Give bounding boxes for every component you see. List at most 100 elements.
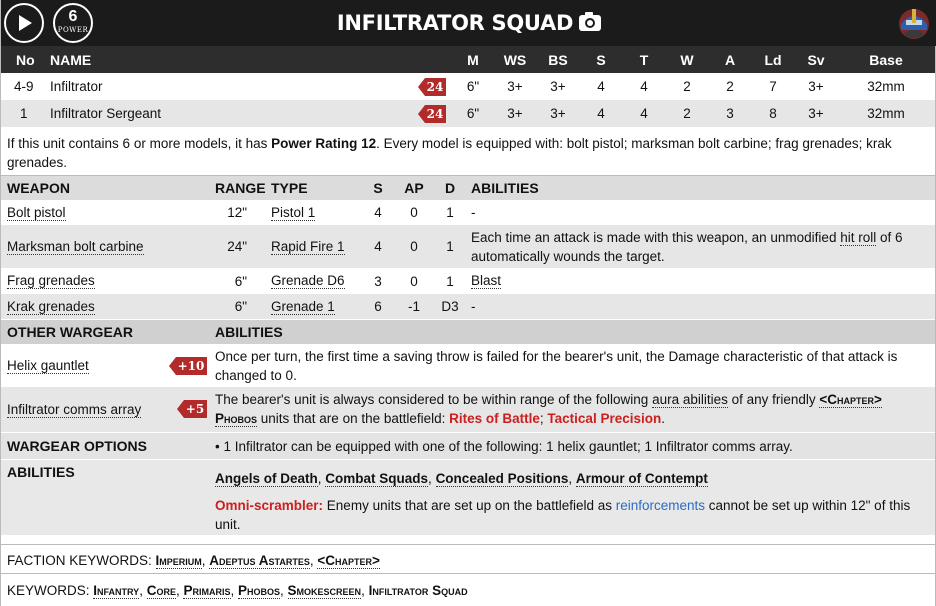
row-t: 4 bbox=[640, 106, 648, 121]
keywords: KEYWORDS: Infantry, Core, Primaris, Phob… bbox=[7, 581, 927, 600]
col-sv: Sv bbox=[807, 51, 825, 68]
weapon-type[interactable]: Grenade D6 bbox=[271, 273, 345, 289]
separator: , bbox=[568, 471, 576, 486]
helmet-icon bbox=[897, 6, 931, 40]
rites-of-battle-link[interactable]: Rites of Battle bbox=[449, 411, 540, 426]
divider bbox=[1, 573, 935, 574]
col-w: W bbox=[680, 51, 694, 68]
weapon-s: 3 bbox=[374, 273, 382, 289]
weapon-s: 4 bbox=[374, 205, 382, 220]
row-no: 4-9 bbox=[14, 79, 34, 94]
ability-text: The bearer's unit is always considered t… bbox=[215, 392, 653, 407]
faction-keywords: FACTION KEYWORDS: Imperium, Adeptus Asta… bbox=[7, 551, 927, 570]
weapon-name[interactable]: Bolt pistol bbox=[7, 205, 66, 221]
wargear-ability: Once per turn, the first time a saving t… bbox=[215, 347, 931, 385]
row-bs: 3+ bbox=[550, 106, 566, 121]
unit-title: INFILTRATOR SQUAD bbox=[336, 11, 574, 35]
col-s: S bbox=[373, 180, 383, 196]
row-w: 2 bbox=[683, 106, 691, 121]
col-m: M bbox=[467, 51, 479, 68]
profile-row: 4-9 Infiltrator 24 6" 3+ 3+ 4 4 2 2 7 3+… bbox=[1, 73, 935, 100]
weapon-range: 6" bbox=[234, 299, 247, 314]
col-ap: AP bbox=[404, 180, 424, 196]
col-wargear-abilities: ABILITIES bbox=[215, 324, 283, 340]
col-name: NAME bbox=[50, 51, 92, 68]
col-no: No bbox=[16, 51, 35, 68]
aura-abilities-link[interactable]: aura abilities bbox=[652, 392, 728, 408]
row-sv: 3+ bbox=[808, 106, 824, 121]
profile-row: 1 Infiltrator Sergeant 24 6" 3+ 3+ 4 4 2… bbox=[1, 100, 935, 127]
col-d: D bbox=[444, 180, 456, 196]
weapon-d: 1 bbox=[446, 273, 454, 289]
ability-text: of any friendly bbox=[727, 392, 820, 407]
omni-scrambler-name: Omni-scrambler: bbox=[215, 498, 324, 513]
weapon-row: Krak grenades 6" Grenade 1 6 -1 D3 - bbox=[1, 294, 935, 319]
ability-armour-of-contempt[interactable]: Armour of Contempt bbox=[575, 471, 708, 487]
wargear-header: OTHER WARGEAR ABILITIES bbox=[1, 320, 935, 344]
note-power-rating: Power Rating 12 bbox=[271, 136, 377, 151]
wargear-options-label: WARGEAR OPTIONS bbox=[7, 438, 148, 454]
row-ws: 3+ bbox=[507, 79, 523, 94]
hit-roll-link[interactable]: hit roll bbox=[840, 230, 877, 246]
col-abilities: ABILITIES bbox=[471, 180, 539, 196]
ability-concealed-positions[interactable]: Concealed Positions bbox=[435, 471, 569, 487]
abilities-section: ABILITIES Angels of Death, Combat Squads… bbox=[1, 460, 935, 535]
weapon-type[interactable]: Pistol 1 bbox=[271, 205, 316, 221]
separator: , bbox=[428, 471, 436, 486]
col-other-wargear: OTHER WARGEAR bbox=[7, 324, 133, 340]
weapon-name[interactable]: Marksman bolt carbine bbox=[7, 239, 144, 255]
blast-link[interactable]: Blast bbox=[471, 273, 502, 289]
unit-title-wrap: INFILTRATOR SQUAD bbox=[1, 0, 936, 46]
omni-text: Enemy units that are set up on the battl… bbox=[323, 498, 616, 513]
wargear-options-text: • 1 Infiltrator can be equipped with one… bbox=[215, 438, 793, 454]
tactical-precision-link[interactable]: Tactical Precision bbox=[547, 411, 661, 426]
phobos-keyword[interactable]: Phobos bbox=[215, 411, 258, 427]
keyword-chapter[interactable]: <Chapter> bbox=[317, 553, 380, 569]
points-badge: 24 bbox=[418, 105, 446, 123]
reinforcements-link[interactable]: reinforcements bbox=[616, 498, 705, 513]
ability-combat-squads[interactable]: Combat Squads bbox=[325, 471, 429, 487]
row-sv: 3+ bbox=[808, 79, 824, 94]
wargear-options-row: WARGEAR OPTIONS • 1 Infiltrator can be e… bbox=[1, 433, 935, 459]
note-line2: grenades. bbox=[7, 155, 68, 170]
keyword-primaris[interactable]: Primaris bbox=[183, 583, 231, 599]
wargear-name[interactable]: Helix gauntlet bbox=[7, 358, 89, 374]
weapon-d: 1 bbox=[446, 239, 454, 254]
camera-icon[interactable] bbox=[579, 12, 602, 31]
weapon-d: D3 bbox=[441, 299, 459, 314]
weapon-name[interactable]: Krak grenades bbox=[7, 299, 95, 315]
ability-text: Each time an attack is made with this we… bbox=[471, 230, 841, 245]
row-m: 6" bbox=[466, 79, 480, 94]
keyword-phobos[interactable]: Phobos bbox=[238, 583, 281, 599]
separator: , bbox=[230, 583, 239, 598]
note-prefix: If this unit contains 6 or more models, … bbox=[7, 136, 272, 151]
row-base: 32mm bbox=[867, 106, 905, 121]
points-badge: +5 bbox=[177, 400, 207, 418]
keyword-smokescreen[interactable]: Smokescreen bbox=[287, 583, 362, 599]
weapon-ap: 0 bbox=[410, 239, 418, 254]
col-t: T bbox=[639, 51, 649, 68]
weapon-name[interactable]: Frag grenades bbox=[7, 273, 95, 289]
separator: , bbox=[280, 583, 288, 598]
keyword-imperium[interactable]: Imperium bbox=[155, 553, 202, 569]
keyword-infantry[interactable]: Infantry bbox=[93, 583, 140, 599]
wargear-name[interactable]: Infiltrator comms array bbox=[7, 402, 142, 418]
wargear-row: Helix gauntlet +10 Once per turn, the fi… bbox=[1, 344, 935, 387]
row-base: 32mm bbox=[867, 79, 905, 94]
row-m: 6" bbox=[466, 106, 480, 121]
ability-text: units that are on the battlefield: bbox=[257, 411, 450, 426]
row-name: Infiltrator Sergeant bbox=[50, 106, 162, 121]
row-no: 1 bbox=[20, 106, 28, 121]
row-a: 2 bbox=[726, 79, 734, 94]
keyword-adeptus-astartes[interactable]: Adeptus Astartes bbox=[209, 553, 310, 569]
points-badge: +10 bbox=[169, 357, 207, 375]
wargear-ability: The bearer's unit is always considered t… bbox=[215, 390, 931, 428]
ability-angels-of-death[interactable]: Angels of Death bbox=[215, 471, 318, 487]
omni-scrambler: Omni-scrambler: Enemy units that are set… bbox=[215, 496, 931, 534]
weapon-type[interactable]: Grenade 1 bbox=[271, 299, 335, 315]
weapon-s: 6 bbox=[374, 299, 382, 314]
col-weapon: WEAPON bbox=[7, 180, 70, 196]
keyword-core[interactable]: Core bbox=[146, 583, 176, 599]
weapon-type[interactable]: Rapid Fire 1 bbox=[271, 239, 345, 255]
chapter-keyword[interactable]: <Chapter> bbox=[819, 392, 882, 408]
